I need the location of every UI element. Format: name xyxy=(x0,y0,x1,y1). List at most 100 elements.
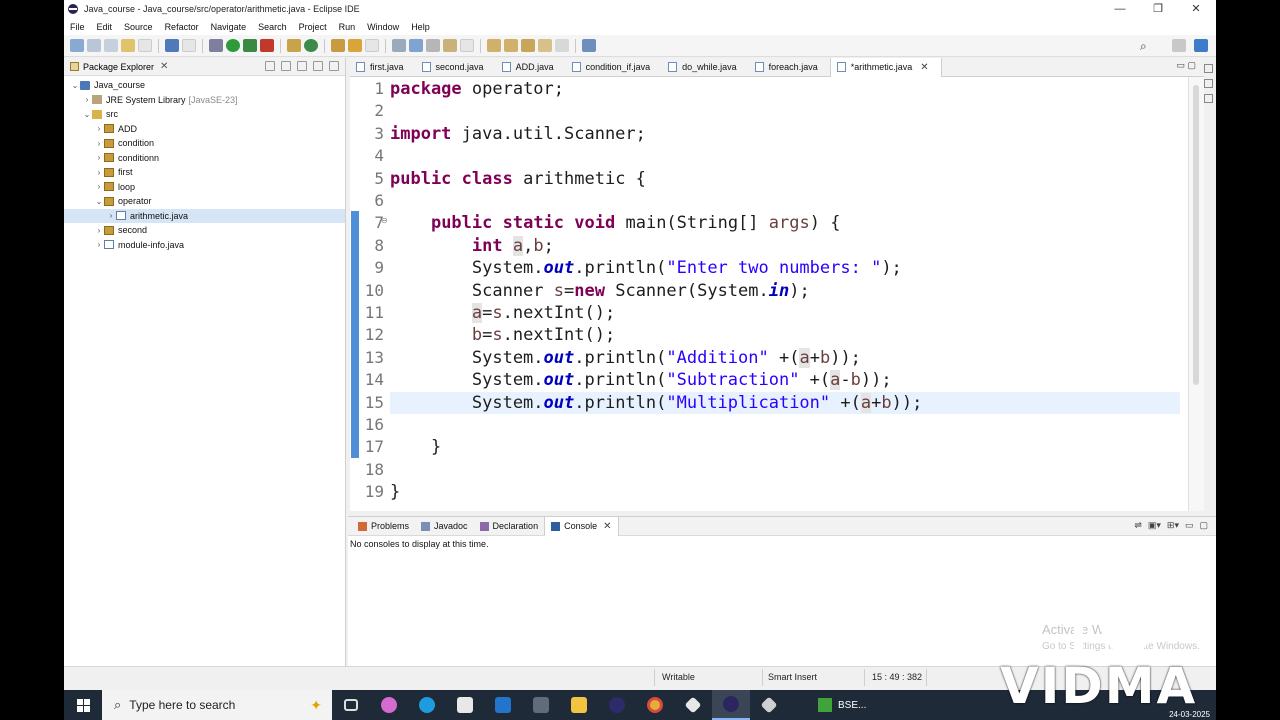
code-line[interactable]: System.out.println("Multiplication" +(a+… xyxy=(390,391,1180,414)
store-icon[interactable] xyxy=(446,690,484,720)
menu-source[interactable]: Source xyxy=(118,22,159,32)
menu-project[interactable]: Project xyxy=(293,22,333,32)
code-line[interactable] xyxy=(390,414,1180,436)
editor-tab[interactable]: *arithmetic.java ✕ xyxy=(829,57,942,77)
eclipse-icon[interactable] xyxy=(598,690,636,720)
code-line[interactable] xyxy=(390,145,1180,167)
skip-breakpoints-icon[interactable] xyxy=(138,39,152,52)
task-list-icon[interactable] xyxy=(1203,79,1213,88)
code-line[interactable]: public class arithmetic { xyxy=(390,168,1180,190)
menu-search[interactable]: Search xyxy=(252,22,293,32)
bse-app[interactable]: BSE... xyxy=(818,698,866,712)
new-icon[interactable] xyxy=(70,39,84,52)
code-line[interactable]: } xyxy=(390,436,1180,458)
code-line[interactable]: System.out.println("Enter two numbers: "… xyxy=(390,257,1180,279)
restore-icon[interactable] xyxy=(1203,94,1213,103)
debug-icon[interactable] xyxy=(209,39,223,52)
search-icon[interactable]: ⌕ xyxy=(1140,39,1147,54)
editor-tab[interactable]: second.java xyxy=(416,58,496,77)
open-resource-icon[interactable] xyxy=(348,39,362,52)
search-icon[interactable] xyxy=(365,39,379,52)
collapse-all-icon[interactable] xyxy=(265,61,275,71)
code-editor[interactable]: 1 2 3 4 5 6 7 ⊖ 8 9 10 11 12 13 14 15 16 17 18 19 package o… xyxy=(350,77,1188,511)
outline-icon[interactable] xyxy=(1203,64,1213,73)
code-line[interactable] xyxy=(390,459,1180,481)
maximize-button[interactable]: ❐ xyxy=(1140,0,1176,18)
open-type-icon[interactable] xyxy=(331,39,345,52)
fold-toggle-icon[interactable]: ⊖ xyxy=(381,216,388,225)
code-line[interactable]: Scanner s=new Scanner(System.in); xyxy=(390,280,1180,302)
editor-tab[interactable]: first.java xyxy=(350,58,416,77)
mark-occurrences-icon[interactable] xyxy=(409,39,423,52)
editor-minimize-maximize-icon[interactable]: ▭ ▢ xyxy=(1176,60,1196,71)
external-tools-icon[interactable] xyxy=(260,39,274,52)
task-view-icon[interactable] xyxy=(332,690,370,720)
taskbar-search[interactable]: ⌕ Type here to search ✦ xyxy=(102,690,332,720)
close-icon[interactable]: ✕ xyxy=(920,62,928,73)
pin-icon[interactable] xyxy=(182,39,196,52)
last-edit-icon[interactable] xyxy=(521,39,535,52)
code-line[interactable]: public static void main(String[] args) { xyxy=(390,212,1180,234)
code-line[interactable]: package operator; xyxy=(390,78,1180,100)
previous-annotation-icon[interactable] xyxy=(504,39,518,52)
menu-help[interactable]: Help xyxy=(405,22,436,32)
tree-item[interactable]: › conditionn xyxy=(64,151,345,166)
code-line[interactable]: int a,b; xyxy=(390,235,1180,257)
annotation-icon[interactable] xyxy=(392,39,406,52)
chevron-right-icon[interactable]: › xyxy=(94,168,104,177)
outlook-icon[interactable] xyxy=(484,690,522,720)
save-all-icon[interactable] xyxy=(104,39,118,52)
open-console-icon[interactable]: ⊞▾ xyxy=(1167,520,1179,531)
tree-item[interactable]: › ADD xyxy=(64,122,345,137)
tree-item[interactable]: › condition xyxy=(64,136,345,151)
close-window-button[interactable]: ✕ xyxy=(1178,0,1214,18)
bottom-tab[interactable]: Console ✕ xyxy=(544,516,619,536)
show-whitespace-icon[interactable] xyxy=(460,39,474,52)
chevron-right-icon[interactable]: › xyxy=(94,139,104,148)
code-line[interactable]: System.out.println("Subtraction" +(a-b))… xyxy=(390,369,1180,391)
code-line[interactable]: System.out.println("Addition" +(a+b)); xyxy=(390,347,1180,369)
link-with-editor-icon[interactable] xyxy=(281,61,291,71)
editor-tab[interactable]: do_while.java xyxy=(662,58,749,77)
minimize-button[interactable]: — xyxy=(1102,0,1138,18)
start-button[interactable] xyxy=(64,690,102,720)
chrome-icon[interactable] xyxy=(636,690,674,720)
bottom-tab[interactable]: Javadoc xyxy=(415,517,474,536)
coverage-icon[interactable] xyxy=(243,39,257,52)
chevron-right-icon[interactable]: › xyxy=(106,211,116,220)
tree-item[interactable]: › second xyxy=(64,223,345,238)
edge-icon[interactable] xyxy=(408,690,446,720)
bottom-tab[interactable]: Problems xyxy=(352,517,415,536)
chevron-down-icon[interactable]: ⌄ xyxy=(82,110,92,119)
tree-item[interactable]: › arithmetic.java xyxy=(64,208,345,223)
forward-icon[interactable] xyxy=(555,39,569,52)
vertical-scrollbar-thumb[interactable] xyxy=(1193,85,1199,385)
chevron-right-icon[interactable]: › xyxy=(94,226,104,235)
code-line[interactable]: b=s.nextInt(); xyxy=(390,324,1180,346)
word-wrap-icon[interactable] xyxy=(426,39,440,52)
new-package-icon[interactable] xyxy=(287,39,301,52)
eclipse-active-icon[interactable] xyxy=(712,690,750,720)
chevron-down-icon[interactable]: ⌄ xyxy=(94,197,104,206)
build-icon[interactable] xyxy=(121,39,135,52)
code-line[interactable] xyxy=(390,100,1180,122)
copilot-icon[interactable] xyxy=(370,690,408,720)
terminal-icon[interactable] xyxy=(165,39,179,52)
java-perspective-icon[interactable] xyxy=(1194,39,1208,52)
package-explorer-title[interactable]: Package Explorer xyxy=(83,62,154,72)
close-icon[interactable]: ✕ xyxy=(160,61,168,72)
menu-window[interactable]: Window xyxy=(361,22,405,32)
menu-edit[interactable]: Edit xyxy=(91,22,119,32)
app-icon[interactable] xyxy=(674,690,712,720)
next-annotation-icon[interactable] xyxy=(487,39,501,52)
menu-run[interactable]: Run xyxy=(333,22,362,32)
minimize-view-icon[interactable]: ▭ xyxy=(1185,520,1194,531)
back-icon[interactable] xyxy=(538,39,552,52)
maximize-view-icon[interactable]: ▢ xyxy=(1199,520,1208,531)
code-line[interactable]: } xyxy=(390,481,1180,503)
app-icon[interactable] xyxy=(750,690,788,720)
pin-editor-icon[interactable] xyxy=(582,39,596,52)
open-perspective-icon[interactable] xyxy=(1172,39,1186,52)
menu-refactor[interactable]: Refactor xyxy=(159,22,205,32)
block-selection-icon[interactable] xyxy=(443,39,457,52)
